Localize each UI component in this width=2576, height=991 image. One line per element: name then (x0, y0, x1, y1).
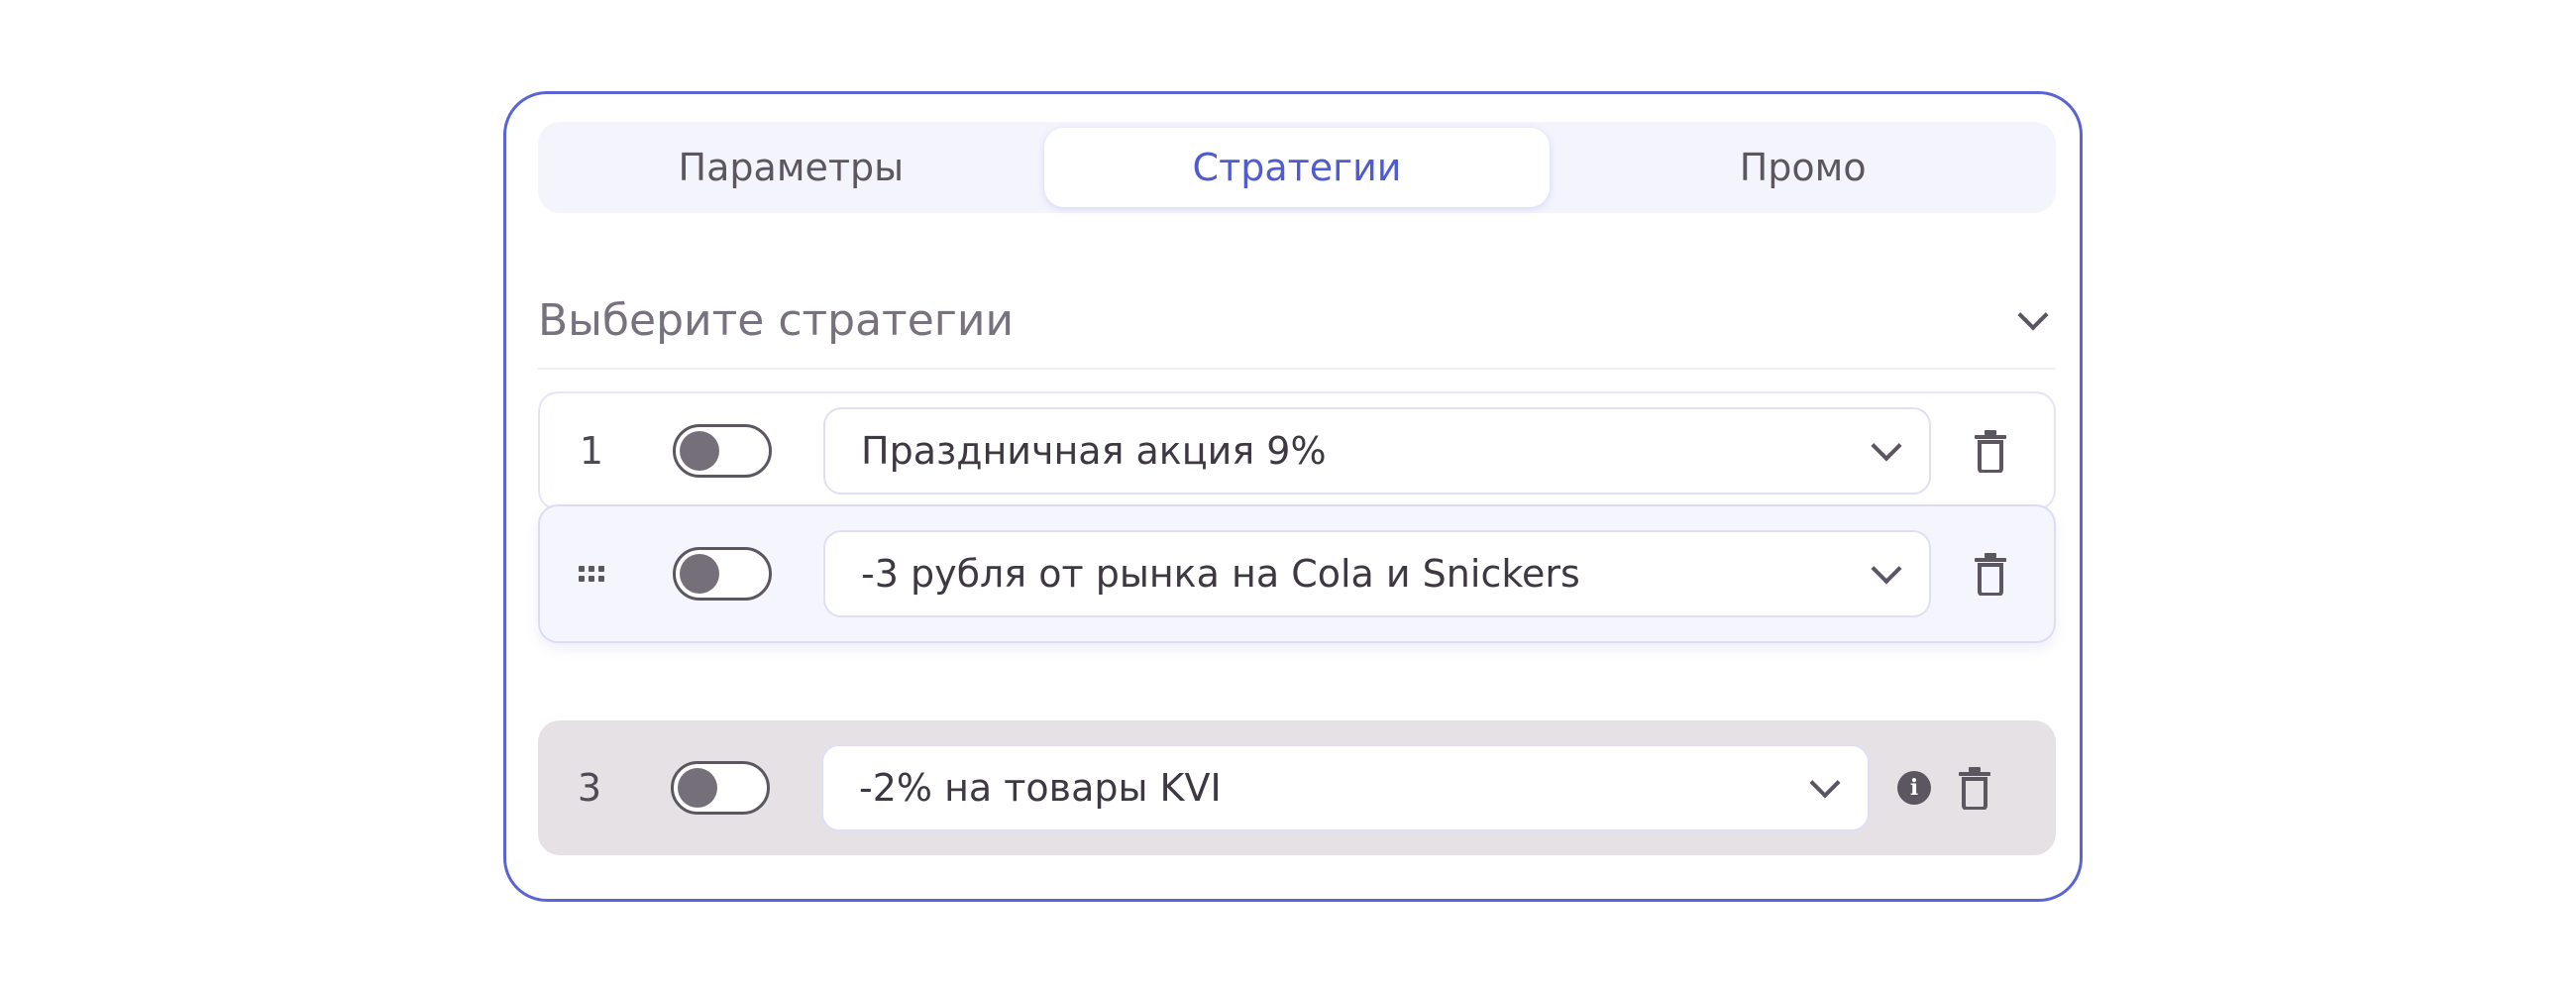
strategy-toggle[interactable] (673, 547, 772, 601)
trash-icon[interactable] (1973, 429, 2008, 473)
tab-parameters[interactable]: Параметры (538, 122, 1044, 213)
chevron-down-icon (1871, 553, 1902, 585)
drag-handle-icon[interactable] (540, 566, 643, 582)
strategy-index: 1 (579, 429, 604, 473)
strategy-toggle[interactable] (673, 424, 772, 478)
chevron-down-icon (1809, 767, 1841, 799)
strategy-name: -2% на товары KVI (859, 766, 1222, 810)
info-icon[interactable]: i (1897, 771, 1931, 805)
strategy-row: 1 Праздничная акция 9% (538, 391, 2056, 510)
strategy-name: -3 рубля от рынка на Cola и Snickers (861, 552, 1580, 596)
chevron-down-icon (1871, 430, 1902, 462)
strategy-name: Праздничная акция 9% (861, 429, 1327, 473)
trash-icon[interactable] (1973, 552, 2008, 596)
strategy-dropdown[interactable]: -3 рубля от рынка на Cola и Snickers (823, 530, 1931, 617)
strategy-selector[interactable]: Выберите стратегии (538, 273, 2056, 370)
strategy-index: 3 (577, 766, 602, 810)
strategy-row-disabled: 3 -2% на товары KVI i (538, 720, 2056, 855)
toggle-knob (680, 554, 719, 594)
chevron-down-icon[interactable] (2017, 299, 2049, 331)
strategy-dropdown[interactable]: Праздничная акция 9% (823, 407, 1931, 495)
trash-icon[interactable] (1957, 766, 1992, 810)
tab-strategies[interactable]: Стратегии (1043, 128, 1551, 207)
toggle-knob (678, 768, 717, 808)
toggle-knob (680, 431, 719, 471)
tab-bar: Параметры Стратегии Промо (538, 122, 2056, 213)
strategy-row-dragging[interactable]: -3 рубля от рынка на Cola и Snickers (538, 504, 2056, 643)
strategy-toggle[interactable] (671, 761, 770, 815)
strategy-dropdown[interactable]: -2% на товары KVI (821, 744, 1870, 831)
strategy-selector-label: Выберите стратегии (538, 294, 1015, 346)
strategies-panel: Параметры Стратегии Промо Выберите страт… (503, 91, 2083, 902)
tab-promo[interactable]: Промо (1550, 122, 2056, 213)
